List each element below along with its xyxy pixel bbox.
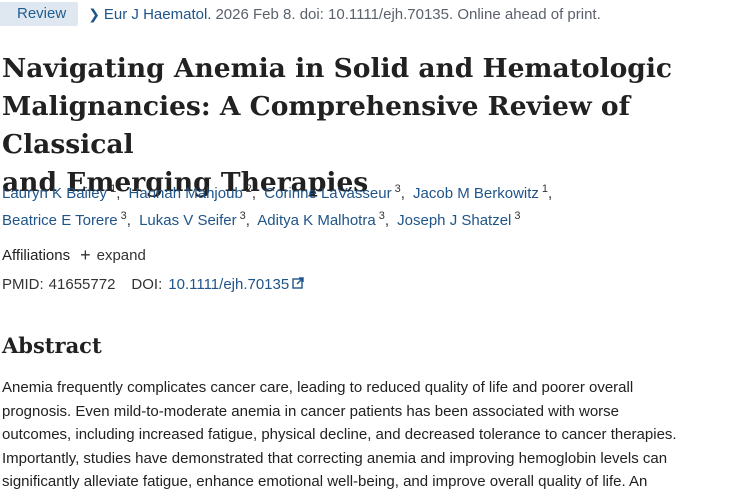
external-link-icon[interactable]: [292, 276, 304, 293]
affiliation-ref[interactable]: 1: [110, 183, 116, 195]
abstract-line: prognosis. Even mild-to-moderate anemia …: [2, 402, 619, 420]
doi-link[interactable]: 10.1111/ejh.70135: [168, 276, 289, 293]
affiliation-ref[interactable]: 3: [379, 210, 385, 222]
title-line: Malignancies: A Comprehensive Review of …: [2, 91, 630, 160]
chevron-right-icon[interactable]: ❯: [88, 6, 100, 23]
author-link[interactable]: Hannah Mahjoub: [129, 185, 243, 202]
affiliation-ref[interactable]: 2: [246, 183, 252, 195]
affiliation-ref[interactable]: 1: [542, 183, 548, 195]
author-link[interactable]: Jacob M Berkowitz: [413, 185, 539, 202]
abstract-line: Importantly, studies have demonstrated t…: [2, 449, 668, 467]
affiliation-ref[interactable]: 3: [514, 210, 520, 222]
author-link[interactable]: Lukas V Seifer: [139, 212, 237, 229]
title-line: Navigating Anemia in Solid and Hematolog…: [2, 53, 673, 84]
citation-details: 2026 Feb 8. doi: 10.1111/ejh.70135. Onli…: [215, 5, 601, 23]
pmid-value: 41655772: [48, 276, 116, 293]
abstract-line: significantly alleviate fatigue, enhance…: [2, 473, 648, 491]
affiliation-ref[interactable]: 3: [121, 210, 127, 222]
author-link[interactable]: Corinne LaVasseur: [264, 185, 391, 202]
article-title: Navigating Anemia in Solid and Hematolog…: [2, 50, 750, 202]
abstract-line: outcomes, including increased fatigue, p…: [2, 426, 677, 444]
abstract-text: Anemia frequently complicates cancer car…: [2, 376, 750, 494]
affiliations-toggle[interactable]: Affiliations + expand: [2, 245, 146, 265]
plus-icon: +: [80, 245, 91, 265]
pmid-label: PMID:: [2, 276, 44, 293]
abstract-line: Anemia frequently complicates cancer car…: [2, 379, 634, 396]
affiliation-ref[interactable]: 3: [395, 183, 401, 195]
publication-type-badge[interactable]: Review: [0, 2, 79, 26]
author-link[interactable]: Aditya K Malhotra: [257, 212, 375, 229]
author-link[interactable]: Lauryn K Bailey: [2, 185, 107, 202]
expand-label: expand: [96, 247, 146, 264]
affiliation-ref[interactable]: 3: [240, 210, 246, 222]
author-link[interactable]: Beatrice E Torere: [2, 212, 118, 229]
journal-link[interactable]: Eur J Haematol.: [104, 6, 212, 23]
citation: ❯ Eur J Haematol. 2026 Feb 8. doi: 10.11…: [88, 6, 601, 23]
identifiers: PMID: 41655772 DOI: 10.1111/ejh.70135: [2, 276, 304, 293]
author-link[interactable]: Joseph J Shatzel: [397, 212, 511, 229]
abstract-heading: Abstract: [2, 333, 102, 358]
citation-bar: Review ❯ Eur J Haematol. 2026 Feb 8. doi…: [0, 2, 601, 26]
doi-label: DOI:: [131, 276, 163, 293]
author-list: Lauryn K Bailey 1, Hannah Mahjoub 2, Corin…: [2, 183, 553, 229]
affiliations-label: Affiliations: [2, 247, 71, 264]
